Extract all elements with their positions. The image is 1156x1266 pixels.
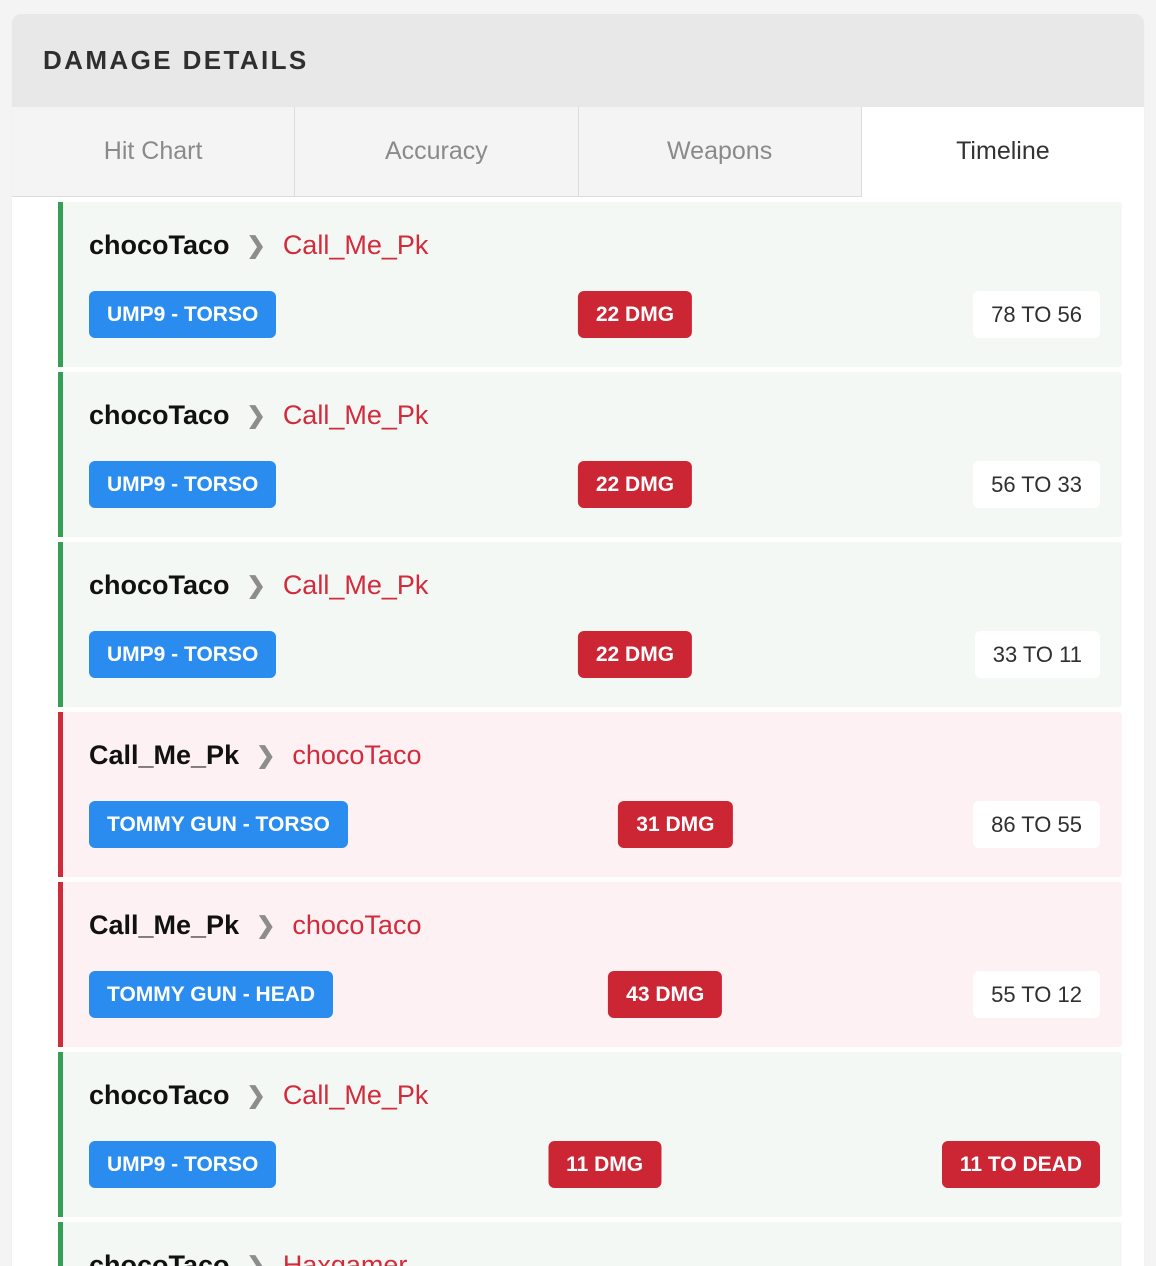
damage-badge: 22 DMG [577,631,693,678]
event-participants: Call_Me_Pk ❯ chocoTaco [89,910,421,941]
health-change-badge: 86 TO 55 [973,801,1100,848]
timeline-list[interactable]: chocoTaco ❯ Call_Me_Pk UMP9 - TORSO 22 DMG 78… [12,197,1144,1266]
attacker-name: Call_Me_Pk [89,910,240,940]
victim-name: chocoTaco [292,910,422,940]
event-badges: UMP9 - TORSO 11 DMG 11 TO DEAD [89,1141,1100,1188]
tab-label: Hit Chart [103,137,203,165]
damage-details-card: DAMAGE DETAILS Hit Chart Accuracy Weapons T… [12,14,1144,1266]
timeline-event-row[interactable]: chocoTaco ❯ Call_Me_Pk UMP9 - TORSO 22 DMG 78… [58,202,1122,367]
weapon-badge: UMP9 - TORSO [89,1141,277,1188]
weapon-badge: UMP9 - TORSO [89,291,277,338]
chevron-right-icon: ❯ [246,572,266,598]
event-badges: UMP9 - TORSO 22 DMG 33 TO 11 [89,631,1100,678]
event-participants: chocoTaco ❯ Call_Me_Pk [89,400,428,431]
victim-name: Call_Me_Pk [282,400,429,430]
timeline-event-row[interactable]: chocoTaco ❯ Call_Me_Pk UMP9 - TORSO 22 DMG 56… [58,372,1122,537]
weapon-badge: TOMMY GUN - HEAD [89,971,334,1018]
timeline-event-row[interactable]: chocoTaco ❯ Call_Me_Pk UMP9 - TORSO 11 DMG 11… [58,1052,1122,1217]
timeline-event-row[interactable]: Call_Me_Pk ❯ chocoTaco TOMMY GUN - TORSO 31 … [58,712,1122,877]
attacker-name: chocoTaco [89,570,230,600]
chevron-right-icon: ❯ [256,742,276,768]
event-badges: UMP9 - TORSO 22 DMG 78 TO 56 [89,291,1100,338]
attacker-name: chocoTaco [89,1080,230,1110]
event-badges: TOMMY GUN - HEAD 43 DMG 55 TO 12 [89,971,1100,1018]
damage-badge: 22 DMG [577,461,693,508]
tab-weapons[interactable]: Weapons [578,107,862,196]
chevron-right-icon: ❯ [256,912,276,938]
tab-label: Accuracy [384,137,488,165]
timeline-event-row[interactable]: Call_Me_Pk ❯ chocoTaco TOMMY GUN - HEAD 43 D… [58,882,1122,1047]
health-change-badge: 33 TO 11 [974,631,1100,678]
tab-label: Weapons [667,137,773,165]
chevron-right-icon: ❯ [246,232,266,258]
victim-name: Haxgamer [282,1250,408,1266]
event-badges: TOMMY GUN - TORSO 31 DMG 86 TO 55 [89,801,1100,848]
damage-badge: 22 DMG [577,291,693,338]
attacker-name: chocoTaco [89,400,230,430]
health-change-badge: 55 TO 12 [973,971,1100,1018]
weapon-badge: UMP9 - TORSO [89,461,277,508]
victim-name: chocoTaco [292,740,422,770]
tab-timeline[interactable]: Timeline [861,107,1144,197]
health-change-badge: 56 TO 33 [973,461,1100,508]
event-participants: chocoTaco ❯ Haxgamer [89,1250,407,1266]
weapon-badge: UMP9 - TORSO [89,631,277,678]
health-change-badge: 78 TO 56 [973,291,1100,338]
card-header: DAMAGE DETAILS [12,14,1144,107]
timeline-event-row[interactable]: chocoTaco ❯ Call_Me_Pk UMP9 - TORSO 22 DMG 33… [58,542,1122,707]
tab-hit-chart[interactable]: Hit Chart [12,107,296,196]
victim-name: Call_Me_Pk [282,230,429,260]
chevron-right-icon: ❯ [246,402,266,428]
damage-badge: 31 DMG [618,801,733,848]
attacker-name: chocoTaco [89,230,230,260]
event-participants: chocoTaco ❯ Call_Me_Pk [89,1080,428,1111]
attacker-name: chocoTaco [89,1250,230,1266]
victim-name: Call_Me_Pk [282,570,429,600]
damage-badge: 11 DMG [548,1141,662,1188]
attacker-name: Call_Me_Pk [89,740,240,770]
event-participants: Call_Me_Pk ❯ chocoTaco [89,740,421,771]
victim-name: Call_Me_Pk [282,1080,429,1110]
tab-bar: Hit Chart Accuracy Weapons Timeline [12,107,1144,197]
timeline-inner: chocoTaco ❯ Call_Me_Pk UMP9 - TORSO 22 DMG 78… [58,197,1122,1266]
event-participants: chocoTaco ❯ Call_Me_Pk [89,230,428,261]
chevron-right-icon: ❯ [246,1252,266,1266]
event-participants: chocoTaco ❯ Call_Me_Pk [89,570,428,601]
chevron-right-icon: ❯ [246,1082,266,1108]
event-badges: UMP9 - TORSO 22 DMG 56 TO 33 [89,461,1100,508]
damage-badge: 43 DMG [608,971,723,1018]
tab-label: Timeline [956,137,1050,165]
kill-badge: 11 TO DEAD [941,1141,1100,1188]
tab-accuracy[interactable]: Accuracy [295,107,579,196]
weapon-badge: TOMMY GUN - TORSO [89,801,348,848]
page-title: DAMAGE DETAILS [43,45,309,75]
timeline-event-row[interactable]: chocoTaco ❯ Haxgamer [58,1222,1122,1266]
